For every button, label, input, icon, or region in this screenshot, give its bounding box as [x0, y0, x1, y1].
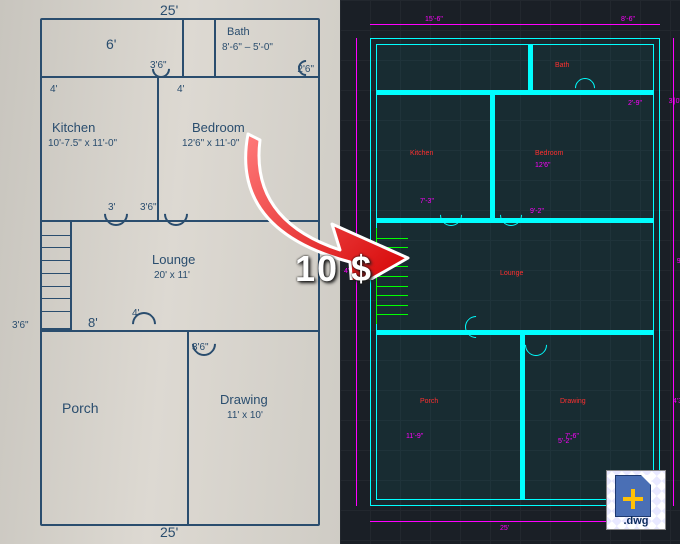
- cad-dim-top-l: 15'-6": [425, 16, 443, 23]
- sketch-porch-label: Porch: [62, 400, 99, 416]
- sketch-width-top: 25': [160, 2, 178, 18]
- sk-dim-d8: 3'6": [12, 320, 29, 331]
- cad-wall-v1: [528, 44, 533, 94]
- cad-dim-h: 5'-2": [558, 438, 572, 445]
- cad-dim-bed: 12'6": [535, 162, 551, 169]
- dwg-file-icon: .dwg: [606, 470, 666, 530]
- sketch-closet-dim: 6': [106, 36, 116, 52]
- sketch-pane: 25' 25' 6' Bath 8'-6" – 5'-0" Kitchen 10…: [0, 0, 340, 544]
- sketch-bath-label: Bath: [227, 26, 250, 38]
- cad-dim-b: 3'|0": [669, 98, 680, 105]
- wall-v1b: [214, 20, 216, 76]
- sketch-drawing-label: Drawing: [220, 392, 268, 407]
- wall-v3: [187, 330, 189, 524]
- cad-pane: Bath Bedroom Kitchen Lounge Porch Drawin…: [340, 0, 680, 544]
- wall-v2: [157, 76, 159, 220]
- sketch-bedroom-dim: 12'6" x 11'-0": [182, 138, 239, 149]
- door-arc-icon: [187, 327, 221, 361]
- sk-dim-stair: 8': [88, 315, 98, 330]
- cad-wall-v3: [520, 333, 525, 500]
- wall-h3: [42, 330, 318, 332]
- cad-dim-line-top: [370, 24, 660, 25]
- cad-dim-porch: 11'-9": [406, 433, 423, 440]
- cad-stairs-icon: [376, 228, 408, 324]
- sketch-bedroom-label: Bedroom: [192, 120, 245, 135]
- wall-h1: [42, 76, 318, 78]
- sk-dim-d2: 4': [50, 84, 57, 95]
- sketch-drawing-dim: 11' x 10': [227, 410, 263, 421]
- cad-wall-v2: [490, 93, 495, 221]
- sketch-outline: 6' Bath 8'-6" – 5'-0" Kitchen 10'-7.5" x…: [40, 18, 320, 526]
- cad-drawing-label: Drawing: [560, 398, 586, 405]
- cad-dim-d: 9'-2": [530, 208, 544, 215]
- cad-dim-top-r: 8'-6": [621, 16, 635, 23]
- cad-lounge-label: Lounge: [500, 270, 523, 277]
- cad-dim-e: 2'-9": [628, 100, 642, 107]
- price-overlay: 10 $: [295, 248, 373, 290]
- dwg-cross-icon: [623, 489, 643, 509]
- cad-drawing: Bath Bedroom Kitchen Lounge Porch Drawin…: [370, 38, 660, 506]
- cad-dim-bot: 25': [500, 525, 509, 532]
- dwg-ext-label: .dwg: [607, 515, 665, 527]
- cad-wall-h1: [376, 90, 654, 95]
- sketch-lounge-dim: 20' x 11': [154, 270, 190, 281]
- wall-v1: [182, 20, 184, 76]
- sketch-width-bottom: 25': [160, 524, 178, 540]
- sk-dim-d2b: 4': [177, 84, 184, 95]
- cad-dim-line-right: [673, 38, 674, 506]
- door-arc-icon: [159, 197, 193, 231]
- cad-kitchen-label: Kitchen: [410, 150, 433, 157]
- sketch-kitchen-dim: 10'-7.5" x 11'-0": [48, 138, 117, 149]
- sketch-kitchen-label: Kitchen: [52, 120, 95, 135]
- sk-dim-d5: 3'6": [140, 202, 157, 213]
- sketch-lounge-label: Lounge: [152, 252, 195, 267]
- stairs-icon: [42, 220, 72, 330]
- sketch-bath-dim: 8'-6" – 5'-0": [222, 42, 273, 53]
- cad-bath-label: Bath: [555, 62, 569, 69]
- cad-porch-label: Porch: [420, 398, 438, 405]
- cad-dim-a: 7'-3": [420, 198, 434, 205]
- cad-wall-h3: [376, 330, 654, 335]
- door-arc-icon: [99, 197, 133, 231]
- cad-bed-label: Bedroom: [535, 150, 563, 157]
